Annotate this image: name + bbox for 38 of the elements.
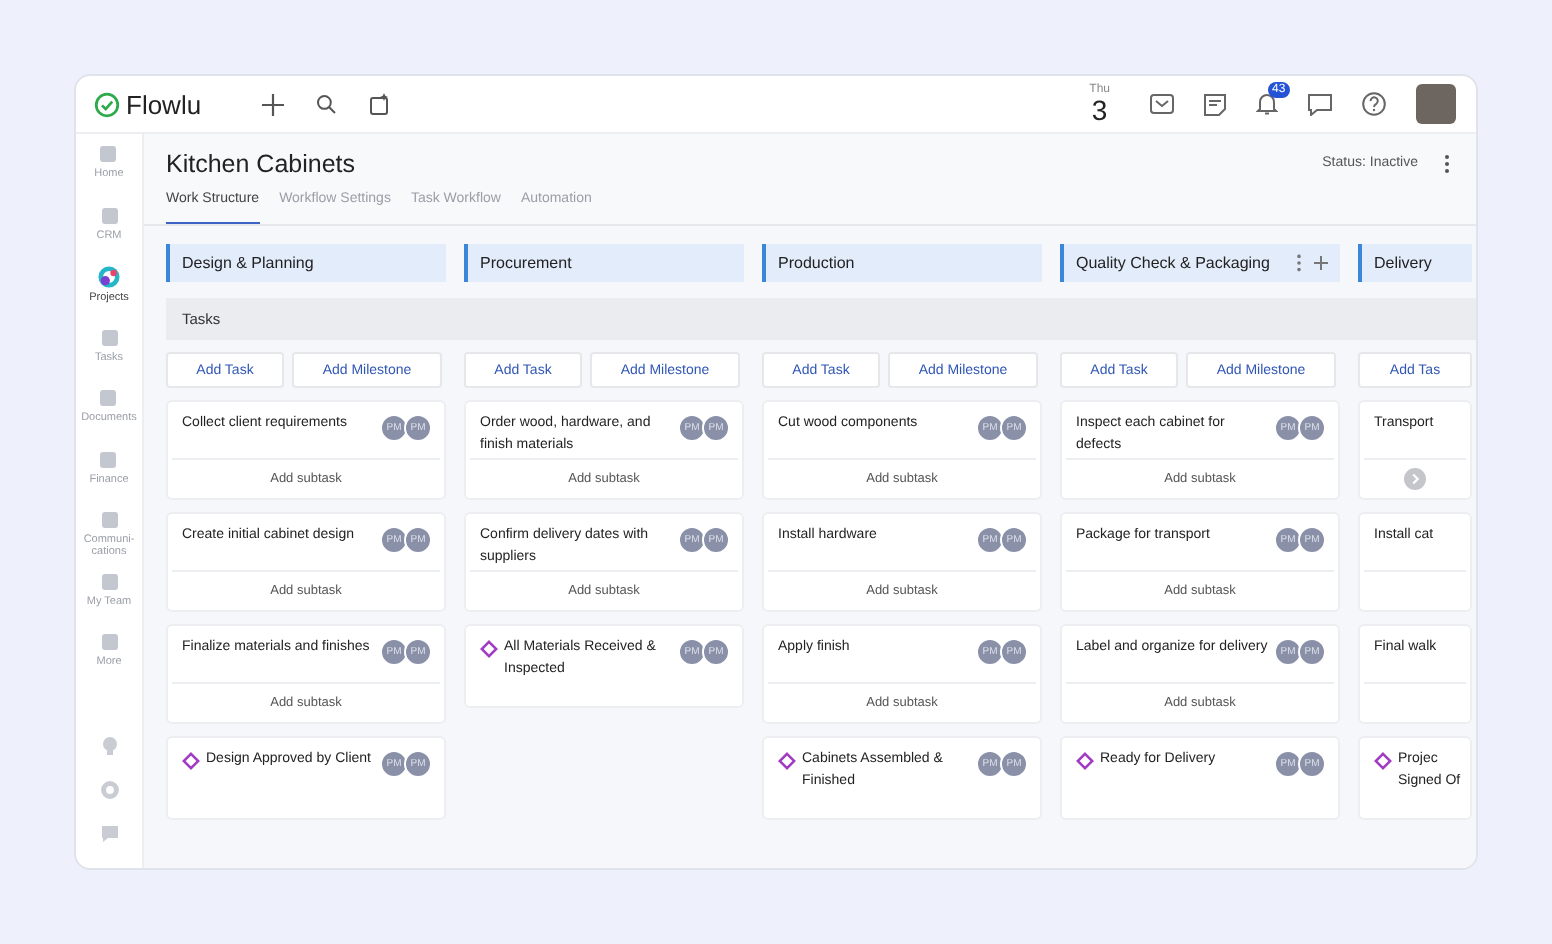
diamond-icon <box>1076 751 1094 769</box>
stage-name: Design & Planning <box>182 254 316 272</box>
menu-item-icon <box>98 388 119 408</box>
diamond-icon <box>778 751 796 769</box>
plus-icon[interactable] <box>1314 256 1328 270</box>
stage-name: Delivery <box>1374 254 1434 272</box>
stage-header[interactable]: Delivery <box>1358 244 1472 282</box>
bell-icon[interactable] <box>1256 92 1278 116</box>
chat-icon[interactable] <box>1308 93 1332 115</box>
menu-item-icon <box>99 571 119 591</box>
stage-name: Production <box>778 254 857 272</box>
stage-header[interactable]: Quality Check & Packaging <box>1060 244 1340 282</box>
search-icon[interactable] <box>315 94 336 114</box>
menu-item-icon <box>99 205 119 225</box>
diamond-icon <box>1374 751 1392 769</box>
stage-header[interactable]: Procurement <box>464 244 744 282</box>
menu-item-icon <box>98 144 119 164</box>
stage-header[interactable]: Design & Planning <box>166 244 446 282</box>
menu-item-icon <box>99 327 119 347</box>
help-icon[interactable] <box>1362 92 1386 116</box>
plus-icon[interactable] <box>261 93 284 115</box>
menu-item-icon <box>99 510 119 530</box>
projects-icon <box>98 266 120 288</box>
stage-name: Quality Check & Packaging <box>1076 254 1272 272</box>
stage-header[interactable]: Production <box>762 244 1042 282</box>
more-icon[interactable] <box>1444 153 1450 173</box>
project-title: Kitchen Cabinets <box>166 149 356 177</box>
diamond-icon <box>480 639 498 657</box>
stage-name: Procurement <box>480 254 574 272</box>
menu-item-icon <box>98 449 119 469</box>
more-icon[interactable] <box>1296 254 1302 272</box>
date-number: 3 <box>1091 96 1108 124</box>
app-logo[interactable]: Flowlu <box>126 89 202 119</box>
note-icon[interactable] <box>1204 93 1226 115</box>
diamond-icon <box>182 751 200 769</box>
menu-item-icon <box>99 632 119 652</box>
mail-icon[interactable] <box>1150 94 1174 114</box>
check-shield-icon <box>94 91 120 117</box>
